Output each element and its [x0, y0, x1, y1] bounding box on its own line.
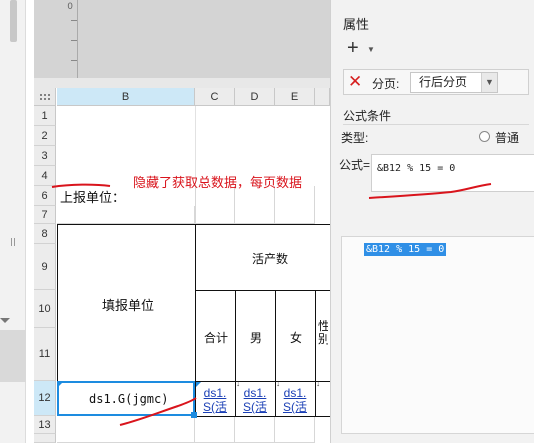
row-header-1[interactable]: 1 [34, 106, 56, 126]
row-header-11[interactable]: 11 [34, 328, 56, 381]
gender-label-partial: 性别 [318, 320, 328, 346]
row-header-7[interactable]: 7 [34, 206, 56, 224]
type-label: 类型: [341, 131, 369, 145]
hidden-rows-annotation: 隐藏了获取总数据，每页数据 [133, 175, 303, 190]
plus-icon: + [347, 37, 359, 59]
grid-cell[interactable] [57, 206, 195, 224]
male-label: 男 [250, 331, 263, 345]
grid-cell[interactable] [195, 186, 235, 224]
section-divider [343, 124, 529, 125]
cell-d12-formula[interactable]: ds1. S(活 [236, 386, 274, 414]
formula-input[interactable]: &B12 % 15 = 0 [371, 154, 534, 192]
column-header-e[interactable]: E [275, 88, 315, 106]
fill-unit-label: 填报单位 [102, 298, 155, 313]
grid-cell[interactable] [195, 416, 235, 443]
chevron-down-icon[interactable]: ▼ [481, 73, 497, 92]
panel-title: 属性 [343, 17, 370, 32]
column-header-c[interactable]: C [195, 88, 235, 106]
row-header-2[interactable]: 2 [34, 126, 56, 146]
add-condition-button[interactable]: + ▼ [347, 38, 375, 58]
fill-handle[interactable] [191, 412, 197, 418]
pagination-value: 行后分页 [419, 75, 468, 89]
row-header-13[interactable]: 13 [34, 416, 56, 434]
select-all-corner[interactable] [34, 88, 56, 106]
formula-label: 公式= [339, 158, 371, 172]
type-option-label: 普通 [495, 131, 520, 145]
row-header-3[interactable]: 3 [34, 146, 56, 166]
formula-text: &B12 % 15 = 0 [377, 163, 456, 174]
live-births-label: 活产数 [252, 252, 289, 266]
row-header-8[interactable]: 8 [34, 224, 56, 244]
condition-marker-icon [196, 382, 201, 387]
formula-preview-selection: &B12 % 15 = 0 [364, 243, 447, 256]
row-header-4[interactable]: 4 [34, 166, 56, 186]
grid-spacer [34, 78, 330, 88]
row-header-12[interactable]: 12 [34, 381, 56, 416]
panel-splitter-handle[interactable] [0, 238, 26, 246]
expand-down-icon: ↓ [316, 379, 320, 388]
row-header-14[interactable] [34, 434, 56, 443]
vertical-ruler: 0 [60, 0, 78, 78]
formula-preview-area[interactable]: &B12 % 15 = 0 [341, 236, 534, 434]
reporting-unit-label[interactable]: 上报单位： [60, 187, 125, 206]
left-tool-strip [0, 0, 26, 443]
grid-cell[interactable] [275, 186, 315, 224]
report-designer: 0 B C D E 1 2 3 4 6 7 8 9 10 11 12 13 隐藏… [0, 0, 330, 443]
row-header-10[interactable]: 10 [34, 290, 56, 328]
row-header-9[interactable]: 9 [34, 244, 56, 290]
pagination-label: 分页: [372, 77, 400, 91]
collapse-triangle-icon[interactable] [0, 318, 10, 323]
grid-cell[interactable] [235, 416, 275, 443]
grid-cell[interactable] [275, 416, 315, 443]
scrollbar-thumb[interactable] [10, 0, 17, 42]
expand-down-icon: ↓ [236, 379, 240, 388]
selected-cell-b12[interactable] [57, 381, 197, 418]
column-header-d[interactable]: D [235, 88, 275, 106]
strip-block [0, 330, 26, 382]
properties-panel: 属性 + ▼ ✕ 分页: 行后分页 ▼ 公式条件 类型: 普通 公式= &B12 … [330, 0, 534, 443]
pagination-select[interactable]: 行后分页 ▼ [410, 72, 498, 93]
total-label: 合计 [204, 331, 229, 345]
grid-dots-icon [39, 93, 51, 101]
canvas-top-area: 0 [34, 0, 330, 78]
female-label: 女 [290, 331, 303, 345]
grid-cell[interactable] [235, 186, 275, 224]
cell-c12-formula[interactable]: ds1. S(活 [196, 386, 234, 414]
row-header-6[interactable]: 6 [34, 186, 56, 206]
cell-e12-formula[interactable]: ds1. S(活 [276, 386, 314, 414]
grid-cell[interactable] [57, 416, 195, 443]
ruler-mark: 0 [67, 2, 73, 12]
condition-row: ✕ 分页: 行后分页 ▼ [343, 69, 529, 95]
chevron-down-icon: ▼ [367, 45, 375, 54]
expand-down-icon: ↓ [276, 379, 280, 388]
column-header-b[interactable]: B [57, 88, 195, 106]
delete-x-icon[interactable]: ✕ [348, 73, 362, 91]
column-header-f[interactable] [315, 88, 330, 106]
type-radio-normal[interactable] [479, 131, 490, 142]
formula-condition-title: 公式条件 [343, 109, 392, 123]
